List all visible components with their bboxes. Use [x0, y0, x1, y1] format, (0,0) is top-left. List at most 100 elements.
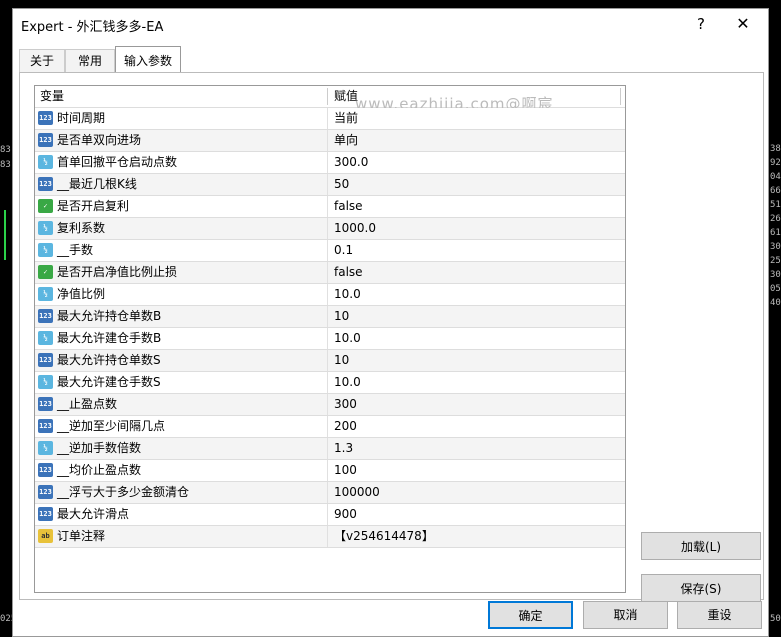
column-divider: [327, 240, 328, 261]
parameter-value[interactable]: false: [334, 196, 363, 217]
parameter-row[interactable]: ✓ 是否开启复利 false: [35, 196, 625, 218]
close-button[interactable]: ✕: [732, 13, 754, 35]
right-axis-label: 61: [770, 228, 781, 238]
load-button[interactable]: 加载(L): [641, 532, 761, 560]
parameter-name: __逆加至少间隔几点: [57, 419, 166, 433]
column-divider[interactable]: [327, 88, 328, 105]
boolean-type-icon: ✓: [38, 265, 53, 279]
parameters-grid[interactable]: 变量 赋值 www.eazhijia.com@啊宸 123 时间周期 当前 123 是否…: [34, 85, 626, 593]
integer-type-icon: 123: [38, 309, 53, 323]
integer-type-icon: 123: [38, 111, 53, 125]
cancel-button[interactable]: 取消: [583, 601, 668, 629]
parameter-value[interactable]: 0.1: [334, 240, 353, 261]
title-bar: Expert - 外汇钱多多-EA ? ✕: [13, 9, 768, 39]
parameter-name: __均价止盈点数: [57, 463, 142, 477]
parameter-name: __止盈点数: [57, 397, 118, 411]
parameter-value[interactable]: 【v254614478】: [334, 526, 434, 547]
integer-type-icon: 123: [38, 353, 53, 367]
parameter-row[interactable]: 123 __止盈点数 300: [35, 394, 625, 416]
chart-background-right: 38 92 04 66 51 26 61 30 25 30 05 40 50: [769, 0, 781, 637]
parameter-value[interactable]: 10.0: [334, 328, 361, 349]
parameter-row[interactable]: ½ 净值比例 10.0: [35, 284, 625, 306]
column-divider: [327, 328, 328, 349]
parameter-row[interactable]: 123 最大允许滑点 900: [35, 504, 625, 526]
parameter-value[interactable]: 10: [334, 350, 349, 371]
parameter-value[interactable]: 1.3: [334, 438, 353, 459]
parameter-row[interactable]: ½ 最大允许建仓手数B 10.0: [35, 328, 625, 350]
parameter-name: 最大允许持仓单数B: [57, 309, 162, 323]
right-axis-label: 05: [770, 284, 781, 294]
double-type-icon: ½: [38, 287, 53, 301]
right-axis-label: 66: [770, 186, 781, 196]
parameter-row[interactable]: 123 __逆加至少间隔几点 200: [35, 416, 625, 438]
parameter-row[interactable]: ½ __手数 0.1: [35, 240, 625, 262]
parameter-name: __手数: [57, 243, 94, 257]
help-button[interactable]: ?: [690, 13, 712, 35]
grid-header: 变量 赋值 www.eazhijia.com@啊宸: [35, 86, 625, 113]
integer-type-icon: 123: [38, 177, 53, 191]
column-divider: [327, 350, 328, 371]
parameter-value[interactable]: 1000.0: [334, 218, 376, 239]
double-type-icon: ½: [38, 331, 53, 345]
parameter-row[interactable]: 123 最大允许持仓单数B 10: [35, 306, 625, 328]
column-divider: [327, 196, 328, 217]
double-type-icon: ½: [38, 243, 53, 257]
parameter-name: __逆加手数倍数: [57, 441, 142, 455]
save-button[interactable]: 保存(S): [641, 574, 761, 602]
tab-about[interactable]: 关于: [19, 49, 65, 73]
parameter-row[interactable]: ½ 复利系数 1000.0: [35, 218, 625, 240]
parameter-value[interactable]: 50: [334, 174, 349, 195]
parameter-value[interactable]: false: [334, 262, 363, 283]
parameter-row[interactable]: ½ __逆加手数倍数 1.3: [35, 438, 625, 460]
column-divider: [327, 130, 328, 151]
parameter-name: 最大允许持仓单数S: [57, 353, 161, 367]
parameter-name: 是否单双向进场: [57, 133, 142, 147]
tab-common[interactable]: 常用: [65, 49, 115, 73]
column-divider: [327, 284, 328, 305]
integer-type-icon: 123: [38, 133, 53, 147]
parameter-value[interactable]: 200: [334, 416, 357, 437]
string-type-icon: ab: [38, 529, 53, 543]
parameter-row[interactable]: 123 __最近几根K线 50: [35, 174, 625, 196]
parameter-name: 首单回撤平仓启动点数: [57, 155, 178, 169]
parameter-row[interactable]: 123 __均价止盈点数 100: [35, 460, 625, 482]
parameter-value[interactable]: 10.0: [334, 372, 361, 393]
parameter-value[interactable]: 单向: [334, 130, 358, 151]
parameter-value[interactable]: 10.0: [334, 284, 361, 305]
column-header-variable[interactable]: 变量: [40, 86, 64, 107]
parameter-value[interactable]: 300: [334, 394, 357, 415]
column-divider: [327, 152, 328, 173]
parameter-name: __最近几根K线: [57, 177, 137, 191]
parameter-row[interactable]: ab 订单注释 【v254614478】: [35, 526, 625, 548]
column-divider: [327, 394, 328, 415]
expert-dialog: Expert - 外汇钱多多-EA ? ✕ 关于 常用 输入参数 变量 赋值 w…: [12, 8, 769, 637]
parameter-value[interactable]: 100000: [334, 482, 380, 503]
reset-button[interactable]: 重设: [677, 601, 762, 629]
tab-input-parameters[interactable]: 输入参数: [115, 46, 181, 73]
integer-type-icon: 123: [38, 485, 53, 499]
parameter-value[interactable]: 100: [334, 460, 357, 481]
double-type-icon: ½: [38, 155, 53, 169]
parameter-name: 是否开启净值比例止损: [57, 265, 178, 279]
parameter-row[interactable]: 123 __浮亏大于多少金额清仓 100000: [35, 482, 625, 504]
parameter-row[interactable]: 123 时间周期 当前: [35, 108, 625, 130]
parameter-row[interactable]: 123 是否单双向进场 单向: [35, 130, 625, 152]
ok-button[interactable]: 确定: [488, 601, 573, 629]
parameter-value[interactable]: 当前: [334, 108, 358, 129]
parameter-rows: 123 时间周期 当前 123 是否单双向进场 单向 ½ 首单回撤平仓启动点数 300.0 123…: [35, 108, 625, 548]
parameter-row[interactable]: ½ 首单回撤平仓启动点数 300.0: [35, 152, 625, 174]
right-axis-label: 04: [770, 172, 781, 182]
parameter-value[interactable]: 300.0: [334, 152, 368, 173]
column-divider: [327, 372, 328, 393]
parameter-row[interactable]: ✓ 是否开启净值比例止损 false: [35, 262, 625, 284]
parameter-row[interactable]: ½ 最大允许建仓手数S 10.0: [35, 372, 625, 394]
parameter-value[interactable]: 900: [334, 504, 357, 525]
parameter-row[interactable]: 123 最大允许持仓单数S 10: [35, 350, 625, 372]
parameter-name: 最大允许滑点: [57, 507, 130, 521]
parameter-value[interactable]: 10: [334, 306, 349, 327]
parameter-name: 时间周期: [57, 111, 106, 125]
column-divider: [327, 438, 328, 459]
right-axis-label: 25: [770, 256, 781, 266]
parameter-name: 净值比例: [57, 287, 106, 301]
column-divider: [327, 526, 328, 547]
